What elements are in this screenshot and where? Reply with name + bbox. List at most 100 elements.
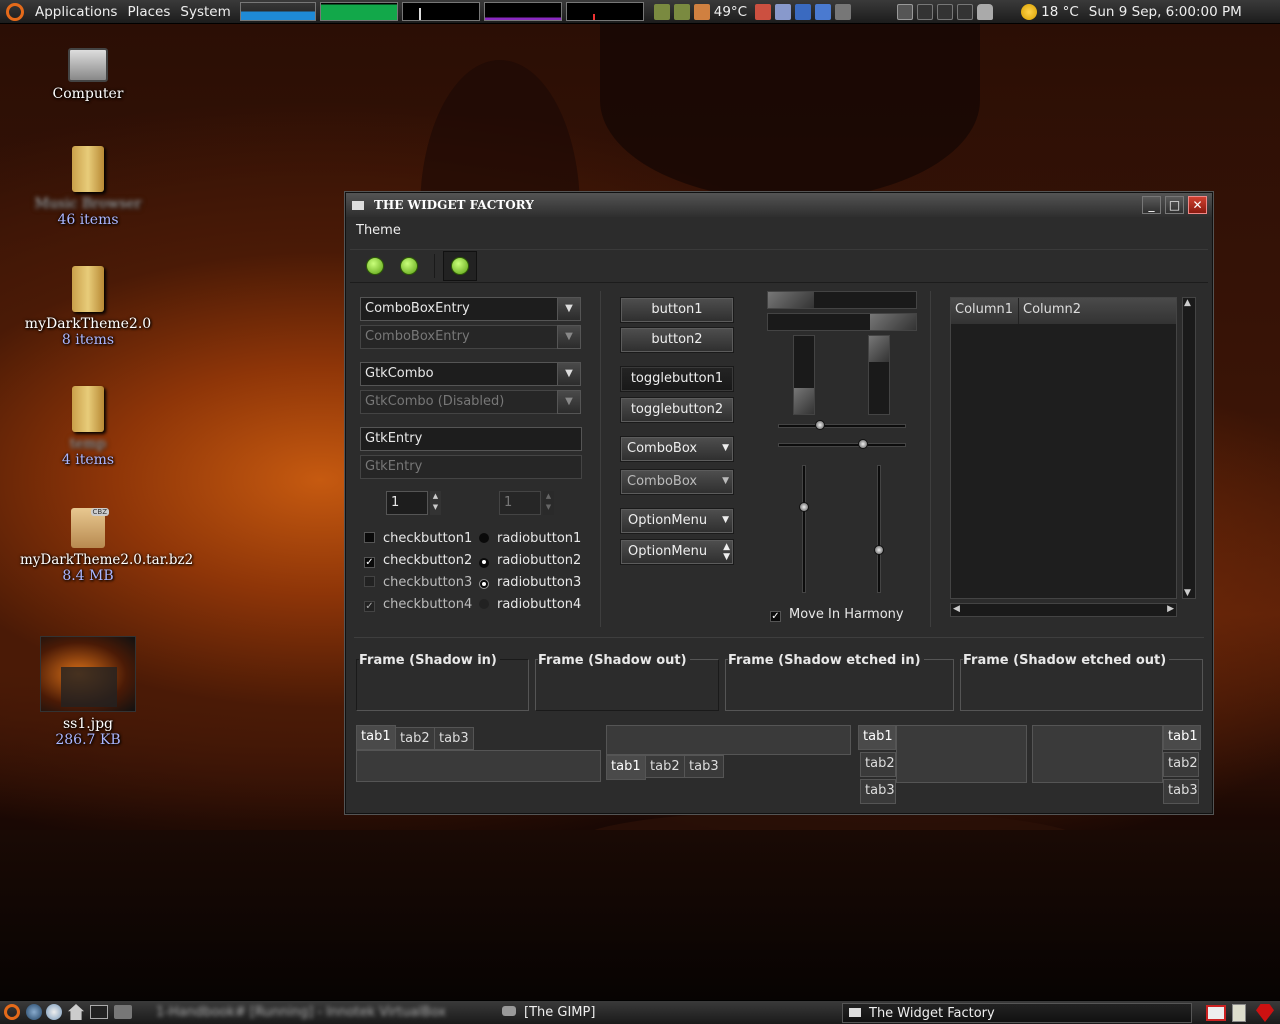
home-icon[interactable] [68,1004,84,1020]
temperature-icon[interactable] [693,3,710,20]
weather-temperature[interactable]: 18 °C [1041,4,1079,20]
radiobutton-4[interactable]: radiobutton4 [479,597,581,612]
load-monitor[interactable] [565,2,644,21]
notebook3-tab1[interactable]: tab1 [858,725,896,750]
clipboard-icon[interactable] [1232,1004,1246,1022]
vertical-scrollbar[interactable] [793,335,815,415]
save-icon[interactable] [795,3,812,20]
combobox-2[interactable]: ComboBox ▼ [620,469,734,495]
workspace-icon[interactable] [917,3,934,20]
desktop-icon-computer[interactable]: Computer [40,48,136,102]
workspace-icon[interactable] [937,3,954,20]
notebook4-tab3[interactable]: tab3 [1163,779,1199,804]
places-menu[interactable]: Places [122,4,175,20]
notebook4-tab1[interactable]: tab1 [1163,725,1201,750]
swap-monitor[interactable] [483,2,562,21]
togglebutton-1[interactable]: togglebutton1 [620,366,734,392]
desktop-icon-archive[interactable]: CBZ myDarkTheme2.0.tar.bz2 8.4 MB [20,508,193,584]
arrow-down-icon[interactable]: ▼ [1184,588,1191,598]
checkbutton-4[interactable]: ✓ checkbutton4 [364,597,472,612]
ubuntu-logo-icon[interactable] [6,2,24,21]
lock-icon[interactable] [977,3,994,20]
maximize-button[interactable]: □ [1165,196,1184,214]
move-in-harmony-check[interactable]: ✓ Move In Harmony [770,607,904,622]
scrollbar-thumb[interactable] [869,336,889,362]
checkbutton-2[interactable]: ✓ checkbutton2 [364,553,472,568]
tools-icon[interactable] [755,3,772,20]
network-icon[interactable] [835,3,852,20]
gtk-combo[interactable]: GtkCombo [360,362,558,386]
button-1[interactable]: button1 [620,297,734,323]
slider-knob[interactable] [858,439,868,449]
arrow-left-icon[interactable]: ◀ [953,604,960,614]
notebook2-tab3[interactable]: tab3 [684,755,724,778]
optionmenu-2[interactable]: OptionMenu ▲ ▼ [620,539,734,565]
desktop-icon-folder[interactable]: Music Browser 46 items [20,146,156,228]
radiobutton-2[interactable]: radiobutton2 [479,553,581,568]
vertical-scrollbar[interactable] [868,335,890,415]
workspace-icon[interactable] [957,3,974,20]
spin-button[interactable]: 1 [386,491,428,515]
horizontal-slider[interactable] [778,424,906,428]
weather-sun-icon[interactable] [1021,3,1038,20]
browser-icon[interactable] [26,1004,42,1020]
notebook4-tab2[interactable]: tab2 [1163,752,1199,777]
slider-knob[interactable] [815,420,825,430]
gmail-icon[interactable] [1206,1005,1226,1021]
column-header-2[interactable]: Column2 [1019,298,1176,324]
memory-monitor[interactable] [319,2,398,21]
window-titlebar[interactable]: THE WIDGET FACTORY [346,193,1212,217]
vertical-slider[interactable] [802,465,806,593]
clock[interactable]: Sun 9 Sep, 6:00:00 PM [1089,4,1242,20]
tools-icon[interactable] [114,1005,132,1019]
arrow-up-icon[interactable]: ▲ [1184,298,1191,308]
notes-icon[interactable] [775,3,792,20]
notebook3-tab2[interactable]: tab2 [860,752,896,777]
ruby-icon[interactable] [1256,1004,1274,1022]
slider-knob[interactable] [874,545,884,555]
workspace-icon[interactable] [897,3,914,20]
cpu-monitor[interactable] [239,2,316,21]
applications-menu[interactable]: Applications [30,4,122,20]
forward-icon[interactable] [400,257,418,275]
scrollbar-thumb[interactable] [794,388,814,414]
desktop-icon-folder[interactable]: temp 4 items [40,386,136,468]
togglebutton-2[interactable]: togglebutton2 [620,397,734,423]
notebook2-tab2[interactable]: tab2 [645,755,685,778]
spin-arrows[interactable]: ▲ ▼ [430,491,441,515]
chevron-down-icon[interactable]: ▼ [557,297,581,321]
web-icon[interactable] [46,1004,62,1020]
radiobutton-3[interactable]: radiobutton3 [479,575,581,590]
cpu-freq-icon[interactable] [653,3,670,20]
cpu-freq-icon[interactable] [673,3,690,20]
slider-knob[interactable] [799,502,809,512]
desktop-icon-folder[interactable]: myDarkTheme2.0 8 items [14,266,162,348]
horizontal-scrollbar[interactable] [767,291,917,309]
notebook1-tab1[interactable]: tab1 [356,725,396,750]
scrollbar-thumb[interactable] [768,292,814,308]
theme-menu[interactable]: Theme [356,223,401,238]
notebook1-tab2[interactable]: tab2 [395,727,435,750]
system-menu[interactable]: System [175,4,235,20]
network-monitor[interactable] [401,2,480,21]
notebook1-tab3[interactable]: tab3 [434,727,474,750]
display-icon[interactable] [815,3,832,20]
gtk-entry[interactable]: GtkEntry [360,427,582,451]
tree-horizontal-scrollbar[interactable]: ◀ ▶ [950,603,1177,617]
close-button[interactable]: ✕ [1188,196,1207,214]
ubuntu-logo-icon[interactable] [4,1004,20,1020]
scrollbar-thumb[interactable] [870,314,916,330]
chevron-down-icon[interactable]: ▼ [557,362,581,386]
terminal-icon[interactable] [90,1005,108,1019]
combo-box-entry[interactable]: ComboBoxEntry [360,297,558,321]
horizontal-scrollbar[interactable] [767,313,917,331]
vertical-slider[interactable] [877,465,881,593]
checkbutton-3[interactable]: checkbutton3 [364,575,472,590]
combobox-1[interactable]: ComboBox ▼ [620,436,734,462]
task-gimp[interactable]: [The GIMP] [496,1003,601,1023]
minimize-button[interactable]: _ [1142,196,1161,214]
horizontal-slider[interactable] [778,443,906,447]
tree-vertical-scrollbar[interactable]: ▲ ▼ [1182,297,1196,599]
optionmenu-1[interactable]: OptionMenu ▼ [620,508,734,534]
column-header-1[interactable]: Column1 [951,298,1019,324]
